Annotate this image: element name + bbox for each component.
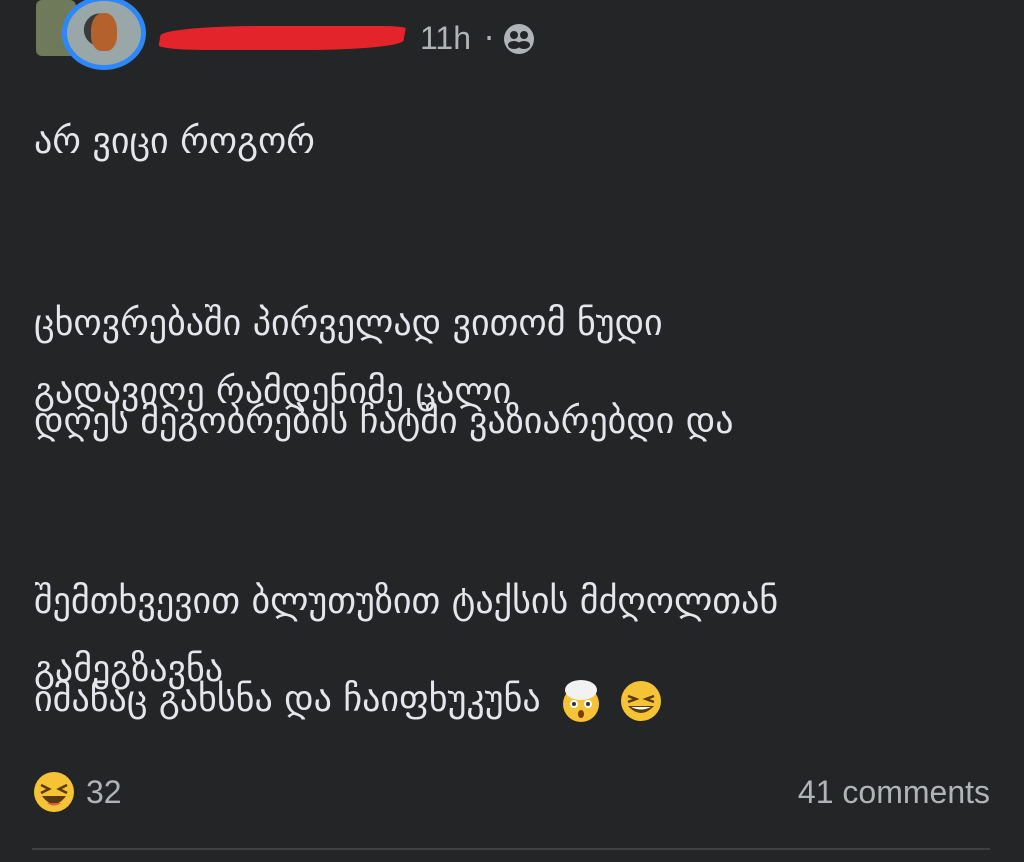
post-footer: 32 41 comments [0, 760, 1024, 830]
post-paragraph-5: იმანაც გახსნა და ჩაიფხუკუნა [34, 670, 664, 730]
post-paragraph-3: დღეს მეგობრების ჩატში ვაზიარებდი და [34, 392, 734, 452]
paragraph-text: იმანაც გახსნა და ჩაიფხუკუნა [34, 679, 541, 720]
post-timestamp[interactable]: 11h [420, 18, 471, 58]
exploding-head-emoji-icon [563, 680, 600, 722]
author-avatar[interactable] [62, 0, 146, 70]
author-name-redaction[interactable] [157, 26, 407, 50]
post-header: 11h · [0, 0, 1024, 80]
friends-icon[interactable] [502, 22, 536, 56]
laughing-emoji-icon [620, 681, 661, 721]
separator-dot: · [484, 19, 495, 57]
comments-count-link[interactable]: 41 comments [798, 772, 990, 812]
reaction-count[interactable]: 32 [86, 772, 122, 812]
paragraph-text: დღეს მეგობრების ჩატში ვაზიარებდი და [34, 401, 734, 442]
footer-divider [32, 848, 990, 850]
post-paragraph-1: არ ვიცი როგორ [34, 112, 315, 172]
paragraph-text: არ ვიცი როგორ [34, 121, 315, 162]
haha-reaction-icon[interactable] [32, 770, 76, 814]
avatar-photo [91, 13, 117, 51]
post-card: 11h · არ ვიცი როგორ ცხოვრებაში პირველად … [0, 0, 1024, 862]
